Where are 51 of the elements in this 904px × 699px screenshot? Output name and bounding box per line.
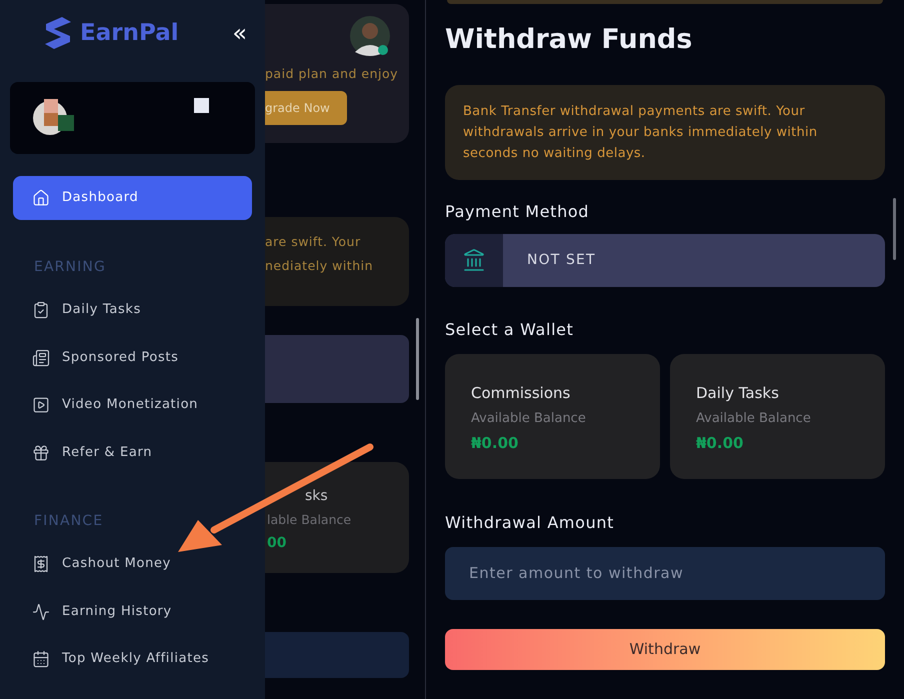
page-title: Withdraw Funds (445, 23, 694, 57)
play-icon (32, 396, 50, 414)
section-heading: FINANCE (34, 513, 104, 529)
field-label: Payment Method (445, 200, 590, 222)
sidebar-item[interactable]: Video Monetization (13, 383, 252, 427)
sidebar-item[interactable]: Sponsored Posts (13, 336, 252, 380)
promo-text: paid plan and enjoy (265, 65, 400, 83)
calendar-icon (32, 650, 50, 668)
sidebar-item[interactable]: Refer & Earn (13, 430, 252, 474)
wallet-amount: ₦0.00 (696, 432, 744, 454)
field-label: Select a Wallet (445, 318, 575, 340)
wallet-caption: lable Balance (267, 511, 352, 529)
notice-text: nediately within (265, 256, 374, 275)
section-heading: EARNING (34, 259, 106, 275)
select-field[interactable] (265, 335, 409, 403)
pulse-icon (32, 602, 50, 620)
wallet-name: Daily Tasks (696, 382, 780, 404)
notice-text: are swift. Your (265, 233, 362, 251)
wallet-card[interactable]: sks lable Balance 00 (265, 462, 409, 573)
status-square-icon (194, 98, 209, 113)
avatar (350, 16, 390, 56)
receipt-icon (32, 555, 50, 573)
avatar (32, 98, 76, 138)
payment-method-select[interactable]: NOT SET (445, 234, 885, 286)
notice-text: Bank Transfer withdrawal payments are swift. Your withdrawals arrive in your banks immediately within seconds no waiting delays. (463, 102, 818, 162)
amount-input[interactable]: Enter amount to withdraw (445, 546, 885, 600)
wallet-caption: Available Balance (471, 410, 587, 428)
input-field[interactable] (265, 632, 409, 678)
sidebar-item[interactable]: Top Weekly Affiliates (13, 637, 252, 681)
wallet-name: Commissions (471, 382, 572, 404)
wallet-caption: Available Balance (696, 410, 812, 428)
payment-method-value: NOT SET (527, 250, 596, 270)
collapse-button[interactable]: « (232, 21, 247, 45)
house-icon (32, 189, 50, 207)
withdraw-button[interactable]: Withdraw (445, 628, 885, 670)
scrollbar (893, 198, 896, 260)
field-label: Withdrawal Amount (445, 512, 616, 534)
sidebar-item[interactable]: Cashout Money (13, 542, 252, 586)
bank-icon (462, 248, 486, 272)
gift-icon (32, 444, 50, 462)
wallet-amount: ₦0.00 (471, 432, 520, 454)
clipboard-check-icon (32, 301, 50, 319)
brand-name: EarnPal (80, 18, 179, 48)
sidebar-item[interactable]: Daily Tasks (13, 288, 252, 332)
sidebar-item[interactable]: Earning History (13, 590, 252, 634)
sidebar-item[interactable]: Dashboard (13, 176, 252, 220)
newspaper-icon (32, 348, 50, 366)
wallet-card[interactable]: Daily Tasks Available Balance ₦0.00 (670, 354, 885, 478)
wallet-amount: 00 (267, 534, 288, 553)
wallet-name: sks (304, 487, 329, 506)
wallet-card[interactable]: Commissions Available Balance ₦0.00 (445, 354, 660, 478)
